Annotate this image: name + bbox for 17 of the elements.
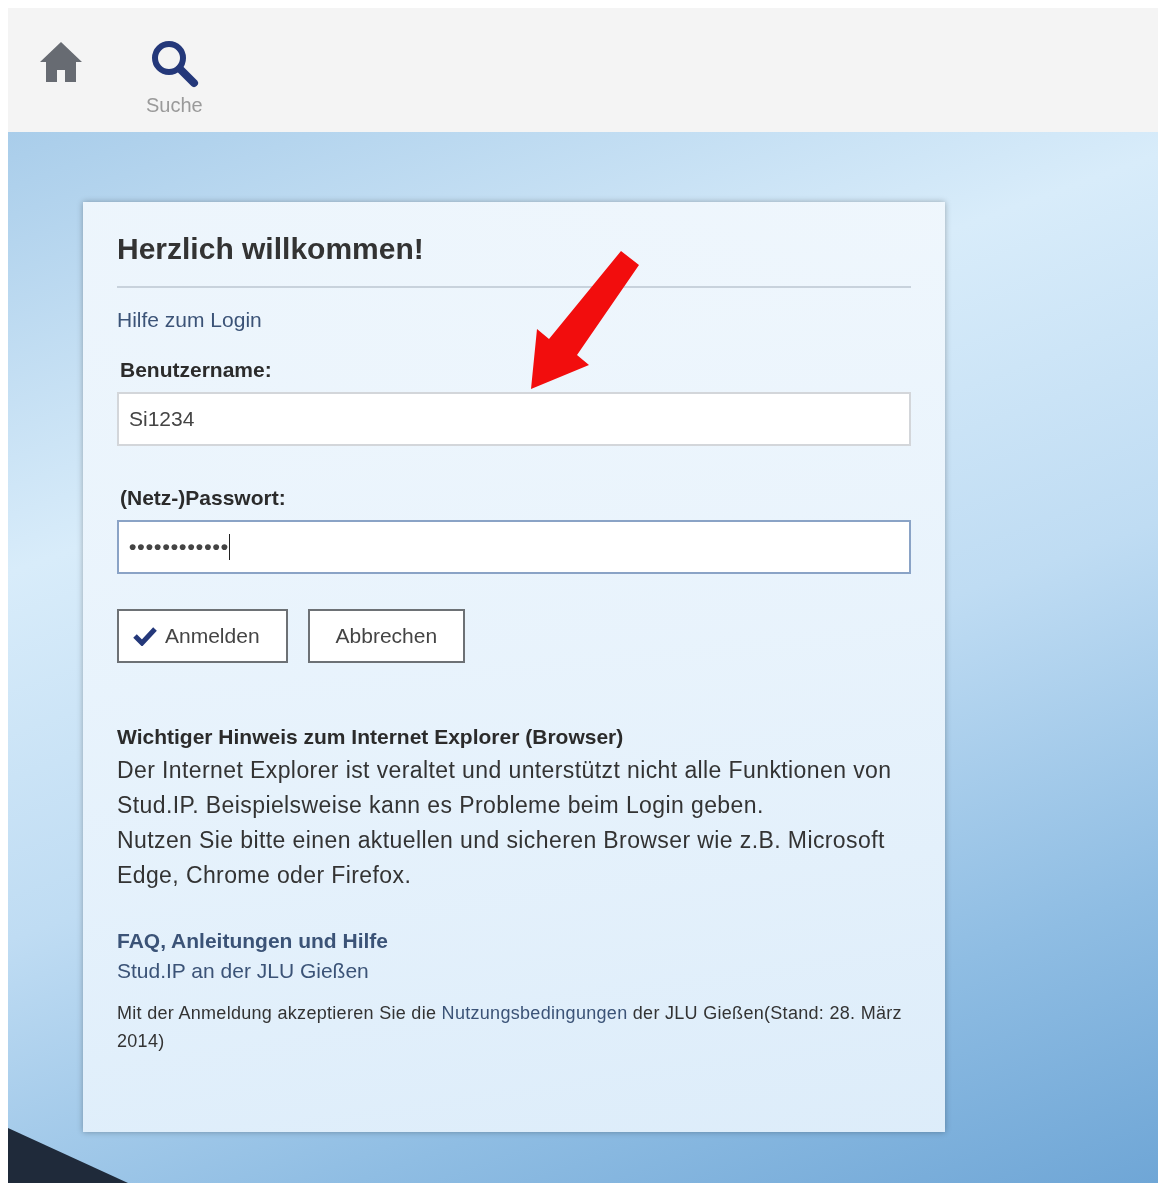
notice-heading: Wichtiger Hinweis zum Internet Explorer (Browser)	[117, 725, 625, 749]
field-label: Benutzername:	[120, 358, 272, 382]
search-icon[interactable]	[149, 38, 200, 88]
terms-link[interactable]: Nutzungsbedingungen	[441, 1003, 628, 1023]
password-field[interactable]: ••••••••••••	[117, 520, 911, 574]
notice-text: Der Internet Explorer ist veraltet und unterstützt nicht alle Funktionen von Stud.IP. Beispielsweise kann es Probleme beim Login geben.	[117, 756, 893, 820]
notice-text: Nutzen Sie bitte einen aktuellen und sicheren Browser wie z.B. Microsoft Edge, Chrome oder Firefox.	[117, 826, 886, 890]
help-link[interactable]: Hilfe zum Login	[117, 308, 262, 332]
username-field[interactable]: Si1234	[117, 392, 911, 446]
check-icon	[133, 626, 157, 646]
info-link[interactable]: FAQ, Anleitungen und Hilfe	[117, 929, 389, 953]
cancel-button[interactable]: Abbrechen	[307, 609, 466, 663]
login-button[interactable]: Anmelden	[117, 609, 288, 663]
field-label: (Netz-)Passwort:	[120, 486, 286, 510]
info-link[interactable]: Stud.IP an der JLU Gießen	[117, 959, 369, 983]
terms-text: Mit der Anmeldung akzeptieren Sie die Nutzungsbedingungen der JLU Gießen(Stand: 28. März 2014)	[117, 1002, 903, 1053]
card-title: Herzlich willkommen!	[117, 232, 424, 267]
